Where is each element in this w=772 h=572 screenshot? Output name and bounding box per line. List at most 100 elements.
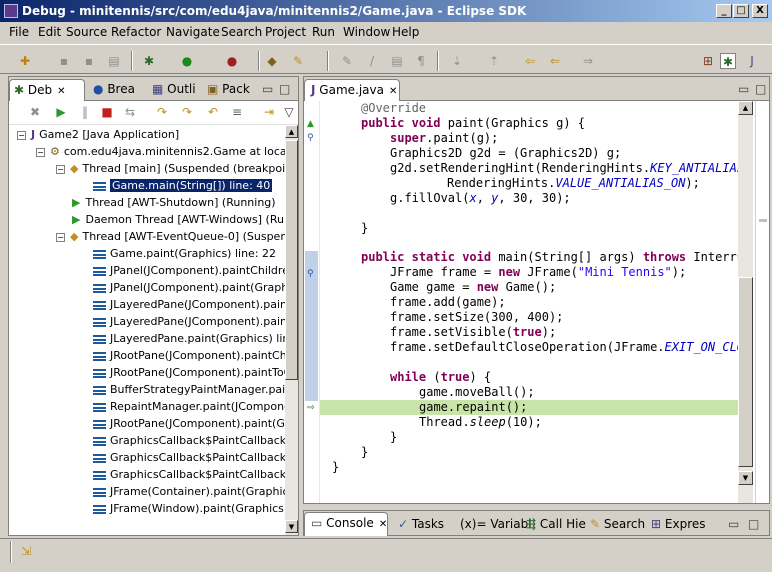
java-perspective-icon[interactable]: J	[744, 53, 760, 69]
run-icon[interactable]: ●	[179, 53, 195, 69]
scroll-up-arrow[interactable]: ▲	[285, 125, 298, 138]
maximize-view-icon[interactable]: □	[748, 514, 759, 535]
close-icon[interactable]: ✕	[389, 86, 397, 97]
tree-frame-row[interactable]: RepaintManager.paint(JComponent	[93, 398, 285, 415]
external-tools-icon[interactable]: ●	[224, 53, 240, 69]
collapse-icon[interactable]: −	[56, 164, 65, 174]
step-over-icon[interactable]: ↷	[179, 104, 195, 120]
menu-edit[interactable]: Edit	[38, 25, 61, 39]
menu-file[interactable]: File	[9, 25, 29, 39]
menu-navigate[interactable]: Navigate	[166, 25, 220, 39]
tab-breakpoints[interactable]: ● Brea	[93, 79, 147, 100]
scroll-down-arrow[interactable]: ▼	[738, 471, 753, 485]
tree-frame-row[interactable]: JLayeredPane(JComponent).paintC	[93, 296, 285, 313]
save-icon[interactable]: ▪	[56, 53, 72, 69]
tree-launch-row[interactable]: − J Game2 [Java Application]	[17, 126, 179, 143]
tree-frame-row[interactable]: JPanel(JComponent).paint(Graphics	[93, 279, 285, 296]
debug-perspective-icon[interactable]: ✱	[720, 53, 736, 69]
tab-outline[interactable]: ▦ Outli	[152, 79, 202, 100]
new-icon[interactable]: ✚	[17, 53, 33, 69]
tree-frame-row[interactable]: Game.paint(Graphics) line: 22	[93, 245, 276, 262]
debug-tree-scrollbar[interactable]: ▲ ▼	[285, 125, 298, 535]
print-icon[interactable]: ▤	[106, 53, 122, 69]
fast-view-icon[interactable]: ⇲	[18, 543, 34, 559]
tree-thread-row[interactable]: − ◆ Thread [main] (Suspended (breakpoint a	[56, 160, 285, 177]
save-all-icon[interactable]: ▪	[81, 53, 97, 69]
tab-search[interactable]: ✎ Search	[590, 514, 645, 535]
tree-frame-row[interactable]: GraphicsCallback$PaintCallback.run(Sun	[93, 449, 285, 466]
tab-expressions[interactable]: ⊞ Expres	[651, 514, 706, 535]
tab-debug[interactable]: ✱ Deb ✕	[9, 79, 85, 102]
use-step-filters-icon[interactable]: ⇥	[261, 104, 277, 120]
tree-frame-row[interactable]: JRootPane(JComponent).paint(Grap	[93, 415, 285, 432]
menu-project[interactable]: Project	[265, 25, 306, 39]
menu-help[interactable]: Help	[392, 25, 419, 39]
maximize-view-icon[interactable]: □	[279, 79, 290, 100]
close-button[interactable]: X	[752, 4, 768, 18]
close-icon[interactable]: ✕	[57, 86, 65, 97]
pen-icon[interactable]: /	[364, 53, 380, 69]
tab-console[interactable]: ▭ Console ✕	[304, 512, 388, 536]
editor-vertical-scrollbar[interactable]: ▲ ▼	[738, 101, 753, 503]
maximize-button[interactable]: □	[733, 4, 749, 18]
menu-source[interactable]: Source	[66, 25, 107, 39]
collapse-icon[interactable]: −	[56, 232, 65, 242]
menu-search[interactable]: Search	[221, 25, 262, 39]
tree-frame-row[interactable]: JRootPane(JComponent).paintChild	[93, 347, 285, 364]
collapse-icon[interactable]: −	[17, 130, 26, 140]
tree-thread-row[interactable]: ▶ Thread [AWT-Shutdown] (Running)	[72, 194, 276, 211]
tree-thread-row[interactable]: − ◆ Thread [AWT-EventQueue-0] (Suspend	[56, 228, 285, 245]
tab-call-hierarchy[interactable]: ⇶ Call Hie	[526, 514, 586, 535]
resume-icon[interactable]: ▶	[53, 104, 69, 120]
tab-variables[interactable]: (x)= Variabl	[460, 514, 532, 535]
scroll-up-arrow[interactable]: ▲	[738, 101, 753, 115]
menu-refactor[interactable]: Refactor	[111, 25, 161, 39]
last-edit-icon[interactable]: ⇦	[522, 53, 538, 69]
tree-frame-row[interactable]: JLayeredPane(JComponent).paint(	[93, 313, 285, 330]
toggle-mark-icon[interactable]: ✎	[339, 53, 355, 69]
tab-tasks[interactable]: ✓ Tasks	[398, 514, 444, 535]
back-icon[interactable]: ⇐	[547, 53, 563, 69]
step-into-icon[interactable]: ↷	[154, 104, 170, 120]
code-editor[interactable]: @Override public void paint(Graphics g) …	[320, 101, 738, 503]
minimize-view-icon[interactable]: ▭	[738, 79, 749, 100]
menu-window[interactable]: Window	[343, 25, 390, 39]
tree-frame-row[interactable]: JLayeredPane.paint(Graphics) line:	[93, 330, 285, 347]
open-type-icon[interactable]: ◆	[264, 53, 280, 69]
drop-to-frame-icon[interactable]: ≡	[229, 104, 245, 120]
menu-run[interactable]: Run	[312, 25, 335, 39]
previous-annotation-icon[interactable]: ⇡	[486, 53, 502, 69]
scrollbar-thumb[interactable]	[738, 277, 753, 467]
remove-launch-icon[interactable]: ✖	[27, 104, 43, 120]
collapse-icon[interactable]: −	[36, 147, 45, 157]
minimize-view-icon[interactable]: ▭	[262, 79, 273, 100]
show-whitespace-icon[interactable]: ¶	[413, 53, 429, 69]
minimize-view-icon[interactable]: ▭	[728, 514, 739, 535]
disconnect-icon[interactable]: ⇆	[122, 104, 138, 120]
forward-icon[interactable]: ⇒	[580, 53, 596, 69]
tree-vm-row[interactable]: −⚙com.edu4java.minitennis2.Game at local…	[36, 143, 285, 160]
tree-frame-row-selected[interactable]: Game.main(String[]) line: 40	[93, 177, 274, 194]
minimize-button[interactable]: _	[716, 4, 732, 18]
scroll-down-arrow[interactable]: ▼	[285, 520, 298, 533]
step-return-icon[interactable]: ↶	[205, 104, 221, 120]
block-select-icon[interactable]: ▤	[389, 53, 405, 69]
ruler-marker[interactable]	[759, 219, 767, 222]
terminate-icon[interactable]: ■	[99, 104, 115, 120]
maximize-view-icon[interactable]: □	[755, 79, 766, 100]
tree-frame-row[interactable]: JPanel(JComponent).paintChildren(	[93, 262, 285, 279]
tree-frame-row[interactable]: GraphicsCallback$PaintCallback(Sun	[93, 466, 285, 483]
next-annotation-icon[interactable]: ⇣	[449, 53, 465, 69]
search-tool-icon[interactable]: ✎	[290, 53, 306, 69]
tree-frame-row[interactable]: JFrame(Window).paint(Graphics) lin	[93, 500, 285, 517]
tree-frame-row[interactable]: GraphicsCallback$PaintCallback.run(	[93, 432, 285, 449]
debug-icon[interactable]: ✱	[141, 53, 157, 69]
tree-thread-row[interactable]: ▶ Daemon Thread [AWT-Windows] (Runni	[72, 211, 285, 228]
scrollbar-thumb[interactable]	[285, 140, 298, 380]
suspend-icon[interactable]: ‖	[77, 104, 93, 120]
tab-package-explorer[interactable]: ▣ Pack	[207, 79, 255, 100]
view-menu-icon[interactable]: ▽	[281, 104, 297, 120]
tree-frame-row[interactable]: BufferStrategyPaintManager.paint(	[93, 381, 285, 398]
tab-game-java[interactable]: J Game.java ✕	[304, 79, 400, 102]
close-icon[interactable]: ✕	[379, 519, 387, 530]
